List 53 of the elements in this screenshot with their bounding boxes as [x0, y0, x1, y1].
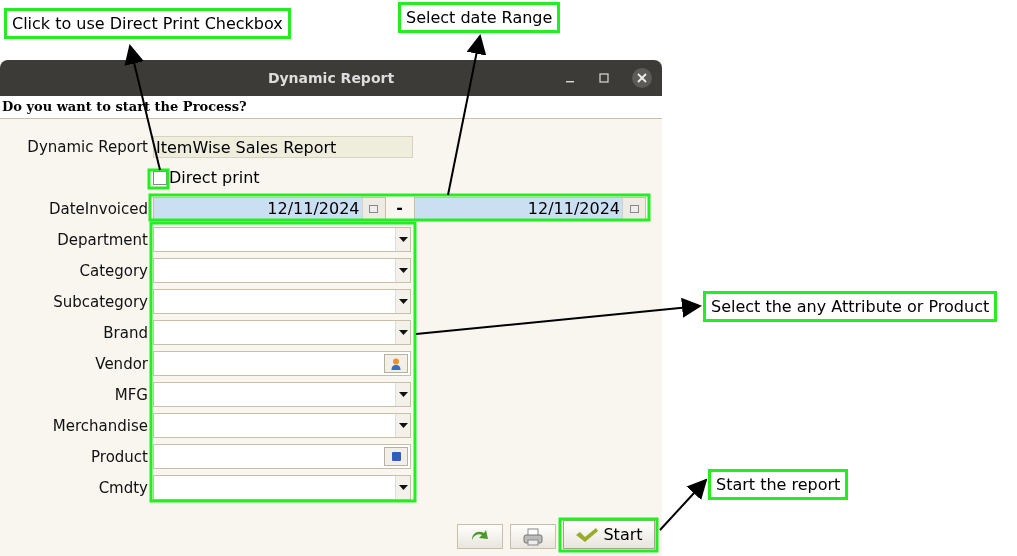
print-button[interactable] [510, 524, 556, 549]
callout-label: Click to use Direct Print Checkbox [4, 8, 291, 39]
callout-label: Select date Range [398, 2, 561, 33]
calendar-icon [629, 204, 639, 213]
field-label: Vendor [94, 354, 148, 373]
printer-icon [523, 527, 543, 546]
field-label: MFG [113, 385, 148, 404]
field-label: Dynamic Report [26, 137, 148, 156]
maximize-icon[interactable] [598, 72, 610, 84]
square-icon [391, 452, 401, 461]
dropdown-field[interactable] [153, 227, 411, 252]
dropdown-field[interactable] [153, 320, 411, 345]
callout-label: Select the any Attribute or Product [703, 291, 998, 322]
person-icon [391, 357, 401, 370]
dropdown-arrow-icon [398, 392, 408, 397]
callout-label: Start the report [708, 469, 849, 500]
field-label: Category [78, 261, 148, 280]
field-label: Product [90, 447, 148, 466]
calendar-button[interactable] [361, 197, 385, 220]
dropdown-arrow-icon [398, 485, 408, 490]
report-name-field: ItemWise Sales Report [153, 135, 413, 158]
field-label: DateInvoiced [48, 199, 148, 218]
dropdown-arrow-icon [398, 330, 408, 335]
field-label: Department [56, 230, 148, 249]
dropdown-arrow-icon [398, 423, 408, 428]
lookup-field[interactable] [153, 351, 411, 376]
lookup-field[interactable] [153, 444, 411, 469]
window-title: Dynamic Report [267, 70, 395, 86]
date-field[interactable]: 12/11/2024 [153, 196, 386, 221]
highlight-frame [147, 168, 170, 190]
field-label: Merchandise [51, 416, 148, 435]
field-label: Subcategory [52, 292, 148, 311]
lookup-button[interactable] [384, 354, 408, 373]
checkbox-label: Direct print [169, 168, 260, 187]
date-field[interactable]: 12/11/2024 [413, 196, 646, 221]
start-button[interactable]: Start [563, 520, 655, 549]
field-label: Cmdty [97, 478, 148, 497]
calendar-button[interactable] [622, 197, 645, 220]
close-icon[interactable] [632, 68, 652, 88]
dropdown-arrow-icon [398, 268, 408, 273]
dropdown-arrow-icon [398, 299, 408, 304]
field-label: Brand [102, 323, 148, 342]
dropdown-field[interactable] [153, 289, 411, 314]
dropdown-field[interactable] [153, 475, 411, 500]
refresh-button[interactable] [457, 524, 503, 549]
dropdown-field[interactable] [153, 258, 411, 283]
lookup-button[interactable] [384, 447, 408, 466]
calendar-icon [369, 204, 378, 213]
dropdown-arrow-icon [398, 237, 408, 242]
dropdown-field[interactable] [153, 413, 411, 438]
arrow [659, 478, 708, 531]
checkmark-icon [575, 526, 600, 543]
dropdown-field[interactable] [153, 382, 411, 407]
